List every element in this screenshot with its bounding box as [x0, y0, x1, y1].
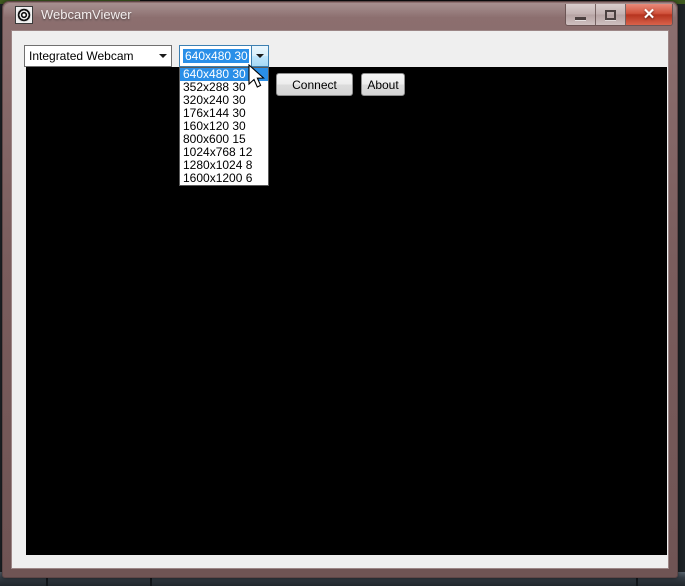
- resolution-select[interactable]: 640x480 30: [179, 45, 269, 67]
- about-button[interactable]: About: [361, 73, 405, 96]
- resolution-select-value-wrap: 640x480 30: [180, 49, 251, 63]
- minimize-icon: [575, 16, 586, 20]
- maximize-button[interactable]: [596, 4, 626, 25]
- close-button[interactable]: ✕: [626, 4, 672, 25]
- resolution-select-value: 640x480 30: [183, 49, 249, 63]
- client-area: Integrated Webcam 640x480 30 640x480 30 3…: [11, 30, 669, 569]
- titlebar[interactable]: WebcamViewer ✕: [3, 2, 677, 30]
- window-controls: ✕: [565, 4, 673, 26]
- window-title: WebcamViewer: [41, 7, 132, 22]
- resolution-option[interactable]: 1600x1200 6: [180, 172, 268, 185]
- video-preview[interactable]: [26, 67, 667, 555]
- device-select[interactable]: Integrated Webcam: [24, 45, 172, 67]
- application-window: WebcamViewer ✕ Integrated Webcam 640x480…: [2, 1, 678, 578]
- minimize-button[interactable]: [566, 4, 596, 25]
- close-icon: ✕: [642, 6, 656, 23]
- webcam-icon: [15, 6, 33, 24]
- chevron-down-icon: [158, 54, 167, 58]
- chevron-down-icon: [256, 54, 264, 58]
- connect-button[interactable]: Connect: [276, 73, 353, 96]
- client-inner: Integrated Webcam 640x480 30 640x480 30 3…: [12, 31, 668, 568]
- resolution-select-arrow[interactable]: [251, 46, 268, 66]
- webcam-icon-lens: [17, 8, 31, 22]
- device-select-value: Integrated Webcam: [29, 49, 134, 63]
- maximize-icon: [605, 9, 616, 20]
- resolution-dropdown-list[interactable]: 640x480 30 352x288 30 320x240 30 176x144 30…: [179, 67, 269, 186]
- device-select-arrow[interactable]: [154, 46, 171, 66]
